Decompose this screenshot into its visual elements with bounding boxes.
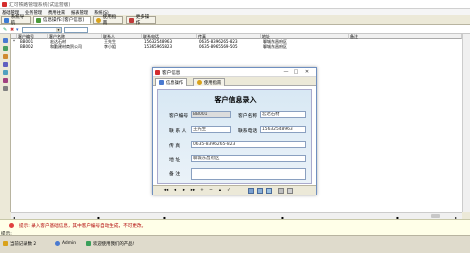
status-bar: 当前记录数 2 Admin 欢迎使用我们的产品!	[0, 235, 470, 253]
record-count: 当前记录数 2	[10, 242, 37, 247]
table-cell[interactable]: 李小姐	[103, 44, 141, 49]
row-marker	[11, 44, 17, 49]
dialog-title: 客户信息	[162, 70, 181, 76]
table-cell[interactable]: 15365965823	[143, 44, 196, 49]
preview-icon[interactable]	[266, 188, 272, 194]
prev-record-button[interactable]: ◂	[172, 188, 178, 194]
settings-icon[interactable]	[3, 78, 8, 83]
code-label: 客户编号	[169, 114, 189, 119]
address-label: 地 址	[169, 158, 181, 163]
navigation-icon	[4, 17, 9, 23]
record-icon[interactable]	[3, 38, 8, 43]
maximize-button[interactable]: □	[292, 69, 300, 75]
next-record-button[interactable]: ▸	[181, 188, 187, 194]
phone-field[interactable]: 15632548963	[260, 126, 306, 133]
save-icon[interactable]: ▾	[16, 27, 19, 33]
fax-field[interactable]: 0635-8396265-823	[191, 141, 306, 148]
tab-label: 信息操作	[166, 80, 184, 86]
bell-icon	[3, 241, 8, 246]
table-cell[interactable]: 0635-8965569-505	[198, 44, 260, 49]
record-navigator: ◂◂ ◂ ▸ ▸▸ + − ▴ ✓	[153, 185, 316, 195]
user-icon	[55, 241, 60, 246]
save-icon[interactable]	[278, 188, 284, 194]
app-icon	[155, 70, 160, 75]
customer-form: 客户信息录入 客户编号 BB001 客户名称 宏达石材 联 系 人 王先生 联系…	[157, 89, 312, 184]
window-title: 汇可铁路管理系统(试运营版)	[9, 3, 71, 8]
chevron-down-icon[interactable]: ▾	[56, 27, 61, 32]
customer-code-field: BB001	[191, 111, 231, 118]
info-icon	[36, 17, 41, 23]
info-icon	[86, 241, 91, 246]
left-icon-bar	[0, 34, 11, 212]
main-toolbar: 系统导航 信息操作:[客户信息] 使用指南 更多操作	[0, 15, 470, 26]
table-cell[interactable]	[350, 44, 460, 49]
phone-label: 联系电话	[238, 129, 258, 134]
print-icon[interactable]	[257, 188, 263, 194]
tab-user-guide[interactable]: 使用指南	[193, 78, 226, 86]
tab-system-navigation[interactable]: 系统导航	[1, 15, 31, 26]
close-button[interactable]: ✕	[303, 69, 311, 75]
tab-label: 使用指南	[204, 80, 222, 86]
tab-more-operations[interactable]: 更多操作	[126, 15, 156, 26]
tool-strip: ✎ ✖ ▾ ▾	[0, 25, 470, 34]
table-cell[interactable]: BB002	[19, 44, 48, 49]
tab-info-operation[interactable]: 信息操作	[155, 78, 188, 86]
scroll-thumb[interactable]	[431, 214, 440, 218]
customer-name-field[interactable]: 宏达石材	[260, 111, 306, 118]
more-icon	[129, 17, 134, 23]
app-icon	[2, 2, 7, 7]
name-label: 客户名称	[238, 114, 258, 119]
folder-icon[interactable]	[3, 54, 8, 59]
fax-label: 传 真	[169, 144, 181, 149]
help-icon	[96, 17, 101, 23]
dialog-title-bar: 客户信息 — □ ✕	[153, 68, 316, 77]
delete-icon[interactable]: ✖	[10, 27, 14, 33]
delete-record-button[interactable]: −	[208, 188, 214, 194]
table-cell[interactable]: 和勤建材商贸公司	[49, 44, 101, 49]
form-title: 客户信息录入	[214, 96, 257, 104]
window-title-bar: 汇可铁路管理系统(试运营版)	[0, 0, 470, 9]
filter-field-select[interactable]: ▾	[22, 26, 62, 33]
add-record-button[interactable]: +	[199, 188, 205, 194]
help-icon	[197, 80, 202, 85]
edit-icon[interactable]: ✎	[3, 27, 7, 33]
filter-value-input[interactable]	[64, 26, 88, 33]
contact-person-field[interactable]: 王先生	[191, 126, 231, 133]
welcome-text: 欢迎使用我们的产品!	[93, 242, 135, 247]
post-record-button[interactable]: ✓	[226, 188, 232, 194]
dialog-tabs: 信息操作 使用指南	[153, 77, 316, 86]
exit-icon[interactable]	[287, 188, 293, 194]
tab-user-guide[interactable]: 使用指南	[93, 15, 123, 26]
edit-record-button[interactable]: ▴	[217, 188, 223, 194]
remark-field[interactable]	[191, 168, 306, 180]
address-field[interactable]: 聊城东昌府区	[191, 155, 306, 162]
prompt-bar: 提示: 录入客户基础信息，其中客户编号自动生成，不可更改。 提示:	[0, 219, 470, 237]
prompt-message: 提示: 录入客户基础信息，其中客户编号自动生成，不可更改。	[19, 224, 147, 229]
remark-label: 备 注	[169, 172, 181, 177]
info-icon	[159, 80, 164, 85]
add-icon[interactable]	[3, 46, 8, 51]
first-record-button[interactable]: ◂◂	[163, 188, 169, 194]
horizontal-scrollbar[interactable]: ◂ ▪ ▪ ▪ ▪ ▸	[11, 212, 462, 220]
last-record-button[interactable]: ▸▸	[190, 188, 196, 194]
export-icon[interactable]	[3, 70, 8, 75]
tab-label: 信息操作:[客户信息]	[43, 18, 85, 23]
contact-label: 联 系 人	[169, 129, 187, 134]
current-user: Admin	[62, 241, 76, 246]
vertical-scrollbar[interactable]	[462, 34, 470, 212]
tab-info-operation[interactable]: 信息操作:[客户信息]	[33, 16, 91, 24]
minimize-button[interactable]: —	[282, 69, 290, 75]
print-icon[interactable]	[3, 62, 8, 67]
warning-icon	[9, 223, 14, 228]
table-cell[interactable]: 聊城东昌府区	[262, 44, 348, 49]
lock-icon[interactable]	[248, 188, 254, 194]
refresh-icon[interactable]	[3, 86, 8, 91]
customer-info-dialog: 客户信息 — □ ✕ 信息操作 使用指南 客户信息录入 客户编号 BB001 客…	[152, 67, 317, 195]
